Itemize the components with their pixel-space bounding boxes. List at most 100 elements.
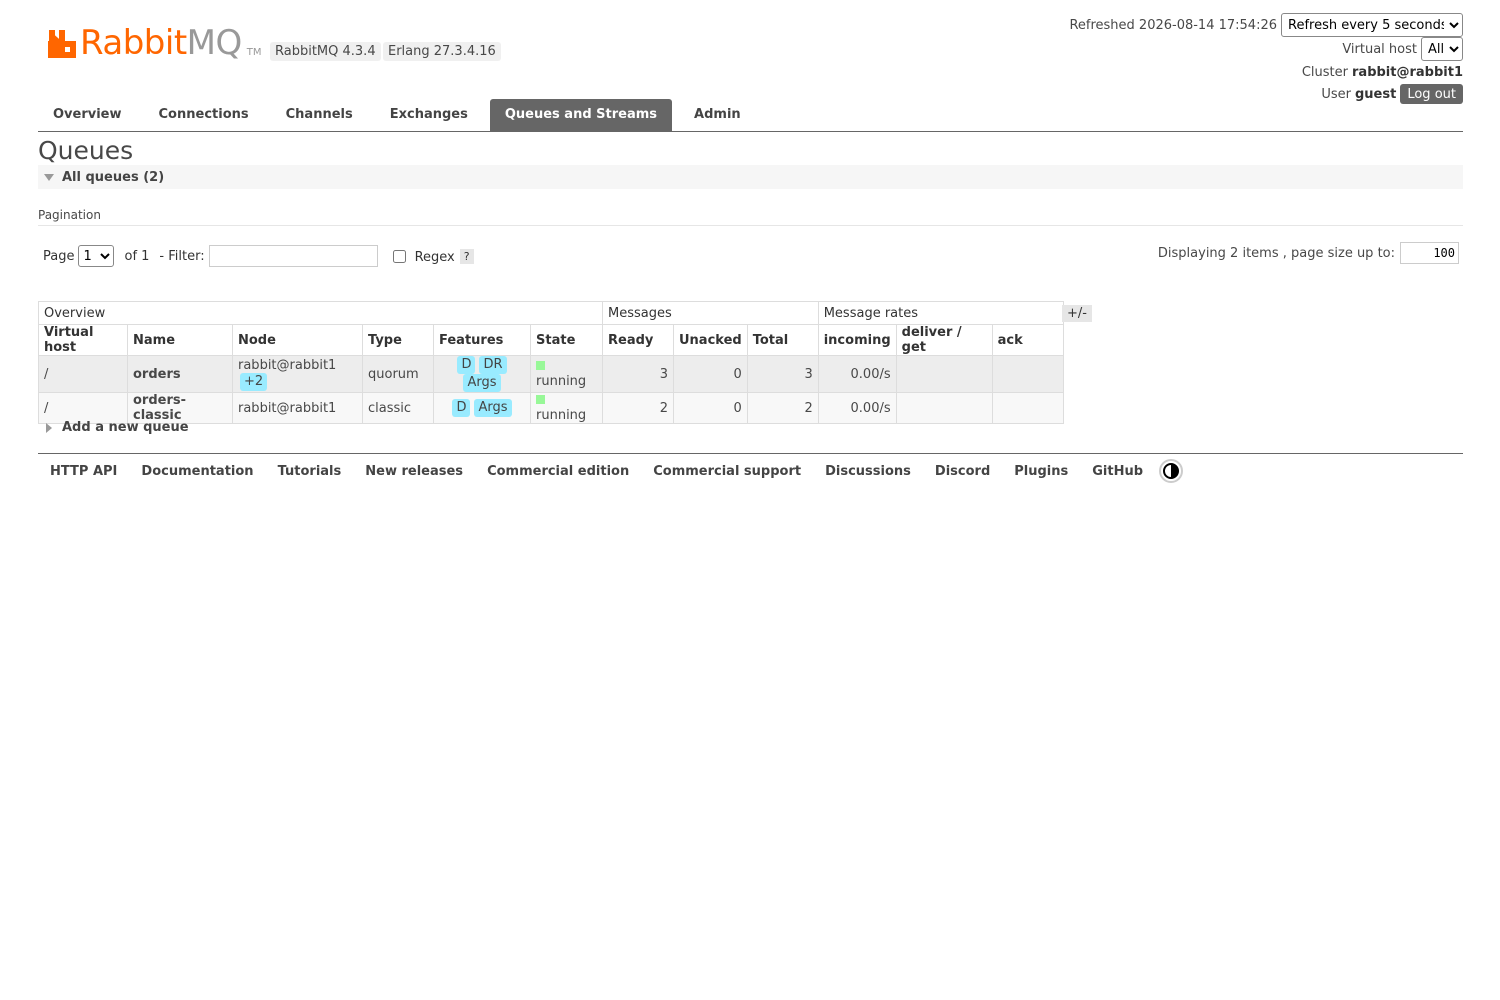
feature-args-badge: Args: [474, 399, 512, 417]
cell-ack: [991, 355, 1064, 393]
main-nav-tabs: Overview Connections Channels Exchanges …: [38, 99, 763, 131]
cell-vhost: /: [38, 392, 128, 424]
queue-name-link[interactable]: orders: [127, 355, 233, 393]
cell-unacked: 0: [673, 355, 748, 393]
tab-divider: [38, 131, 1463, 132]
footer-link-discord[interactable]: Discord: [923, 464, 1002, 479]
logo-rabbit-text: Rabbit: [80, 23, 187, 63]
refresh-interval-select[interactable]: Refresh every 5 seconds: [1281, 13, 1463, 37]
footer-divider: [38, 453, 1463, 454]
feature-dr-badge: DR: [479, 356, 507, 374]
vhost-label: Virtual host: [1342, 41, 1417, 57]
table-row[interactable]: / orders-classic rabbit@rabbit1 classic …: [38, 392, 1064, 424]
state-text: running: [536, 374, 587, 389]
node-extra-badge: +2: [240, 372, 268, 391]
table-column-header-row: Virtual host Name Node Type Features Sta…: [38, 324, 1064, 356]
page-title: Queues: [38, 136, 134, 165]
tab-channels[interactable]: Channels: [271, 99, 368, 131]
cluster-name: rabbit@rabbit1: [1352, 64, 1463, 80]
running-state-icon: [536, 395, 545, 404]
cell-state: running: [530, 392, 603, 424]
expand-triangle-icon: [46, 422, 52, 433]
page-count: of 1: [124, 248, 150, 264]
logout-button[interactable]: Log out: [1400, 84, 1463, 104]
tab-exchanges[interactable]: Exchanges: [375, 99, 483, 131]
regex-checkbox[interactable]: [392, 249, 406, 263]
page-size-input[interactable]: [1400, 242, 1459, 264]
page-select[interactable]: 1: [78, 245, 115, 267]
tab-queues-and-streams[interactable]: Queues and Streams: [489, 99, 673, 131]
pagination-heading: Pagination: [38, 208, 101, 222]
state-text: running: [536, 408, 587, 423]
table-row[interactable]: / orders rabbit@rabbit1 +2 quorum D DRArg…: [38, 355, 1064, 393]
footer-link-new-releases[interactable]: New releases: [353, 464, 475, 479]
cell-node: rabbit@rabbit1: [232, 392, 363, 424]
col-node[interactable]: Node: [232, 324, 363, 356]
filter-input[interactable]: [208, 245, 378, 267]
col-features: Features: [433, 324, 531, 356]
col-ready[interactable]: Ready: [602, 324, 674, 356]
cell-unacked: 0: [673, 392, 748, 424]
col-type[interactable]: Type: [362, 324, 434, 356]
col-ack[interactable]: ack: [991, 324, 1064, 356]
cell-total: 2: [746, 392, 819, 424]
footer-link-github[interactable]: GitHub: [1080, 464, 1155, 479]
user-label: User: [1321, 86, 1351, 102]
group-messages: Messages: [602, 301, 819, 325]
cell-ready: 3: [602, 355, 674, 393]
group-message-rates: Message rates: [817, 301, 1064, 325]
add-queue-section-toggle[interactable]: Add a new queue: [46, 420, 189, 435]
add-queue-label: Add a new queue: [62, 420, 189, 435]
feature-args-badge: Args: [463, 374, 501, 392]
cell-features: D Args: [433, 392, 531, 424]
all-queues-section-toggle[interactable]: All queues (2): [38, 165, 1463, 189]
header-status-panel: Refreshed 2026-08-14 17:54:26 Refresh ev…: [1069, 13, 1463, 106]
cell-state: running: [530, 355, 603, 393]
footer-link-commercial-edition[interactable]: Commercial edition: [475, 464, 641, 479]
node-name: rabbit@rabbit1: [238, 357, 337, 373]
cell-total: 3: [746, 355, 819, 393]
queue-name-link[interactable]: orders-classic: [127, 392, 233, 424]
tab-overview[interactable]: Overview: [38, 99, 137, 131]
col-unacked[interactable]: Unacked: [673, 324, 748, 356]
tab-admin[interactable]: Admin: [679, 99, 756, 131]
cell-ack: [991, 392, 1064, 424]
rabbitmq-logo-icon: [48, 30, 76, 58]
column-toggle-button[interactable]: +/-: [1062, 305, 1092, 322]
theme-toggle-icon[interactable]: [1159, 459, 1184, 483]
col-deliver-get[interactable]: deliver / get: [895, 324, 993, 356]
footer-links: HTTP API Documentation Tutorials New rel…: [38, 459, 1184, 483]
regex-help-button[interactable]: ?: [459, 248, 474, 264]
cell-type: quorum: [362, 355, 434, 393]
cell-features: D DRArgs: [433, 355, 531, 393]
footer-link-tutorials[interactable]: Tutorials: [266, 464, 354, 479]
col-total[interactable]: Total: [746, 324, 819, 356]
logo-mq-text: MQ: [186, 23, 243, 63]
pagination-divider: [38, 225, 1463, 226]
footer-link-http-api[interactable]: HTTP API: [38, 464, 129, 479]
theme-toggle-glyph: [1163, 463, 1180, 479]
cell-deliver-get: [895, 355, 993, 393]
col-virtual-host[interactable]: Virtual host: [38, 324, 128, 356]
vhost-select[interactable]: All: [1421, 37, 1463, 61]
footer-link-discussions[interactable]: Discussions: [813, 464, 923, 479]
tab-connections[interactable]: Connections: [144, 99, 264, 131]
cell-type: classic: [362, 392, 434, 424]
page-label: Page: [43, 248, 75, 264]
pagination-controls: Page 1 of 1 - Filter: Regex ?: [43, 245, 474, 267]
display-info: Displaying 2 items , page size up to:: [1158, 242, 1459, 264]
logo-trademark: TM: [246, 47, 262, 58]
col-incoming[interactable]: incoming: [817, 324, 897, 356]
col-state[interactable]: State: [530, 324, 603, 356]
col-name[interactable]: Name: [127, 324, 233, 356]
feature-durable-badge: D: [457, 356, 476, 374]
erlang-version-badge: Erlang 27.3.4.16: [383, 42, 501, 61]
queues-table: Overview Messages Message rates Virtual …: [38, 301, 1064, 424]
filter-label: - Filter:: [159, 248, 205, 264]
rabbitmq-logo[interactable]: Rabbit MQ TM: [48, 26, 262, 60]
footer-link-plugins[interactable]: Plugins: [1002, 464, 1080, 479]
footer-link-commercial-support[interactable]: Commercial support: [641, 464, 813, 479]
cell-ready: 2: [602, 392, 674, 424]
cell-vhost: /: [38, 355, 128, 393]
footer-link-documentation[interactable]: Documentation: [129, 464, 265, 479]
